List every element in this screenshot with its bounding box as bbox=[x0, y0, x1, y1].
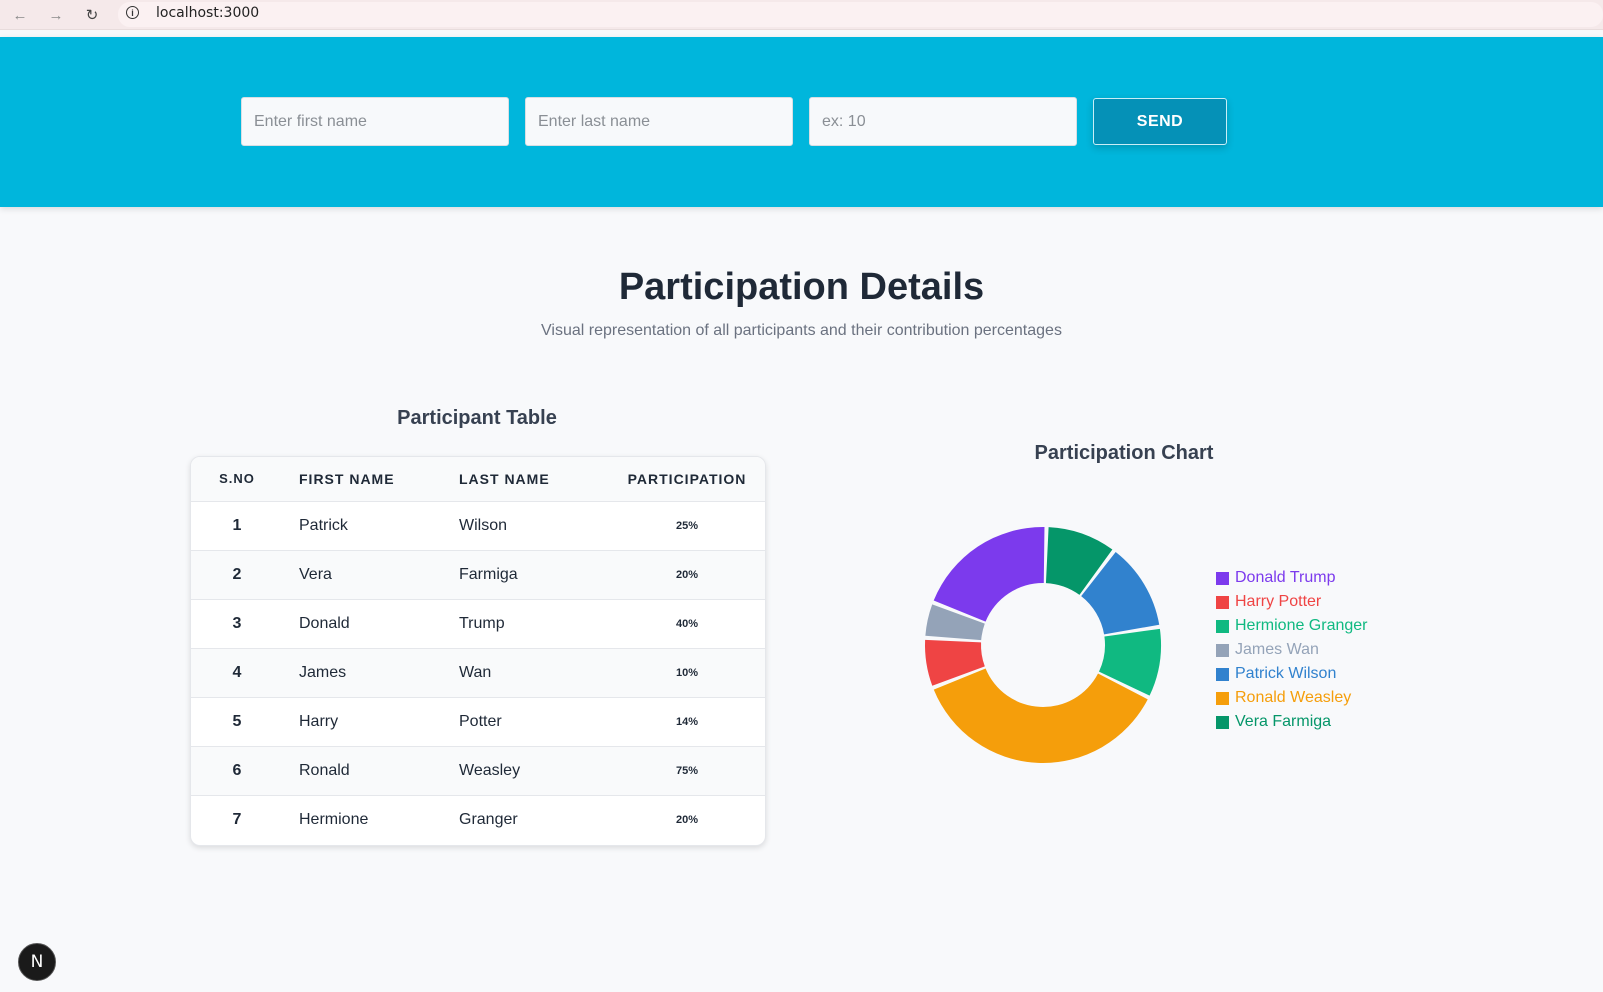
cell-last-name: Weasley bbox=[459, 761, 521, 779]
table-row: 2 Vera Farmiga 20% bbox=[191, 550, 765, 599]
legend-swatch bbox=[1216, 595, 1229, 609]
legend-label: Vera Farmiga bbox=[1235, 713, 1332, 730]
cell-sno: 5 bbox=[232, 712, 242, 730]
legend-item[interactable]: Harry Potter bbox=[1216, 590, 1368, 614]
site-info-icon[interactable]: i bbox=[126, 6, 139, 19]
page-title: Participation Details bbox=[618, 266, 985, 308]
table-header-row: S.NO FIRST NAME LAST NAME PARTICIPATION bbox=[191, 457, 765, 501]
reload-icon[interactable]: ↻ bbox=[81, 4, 103, 26]
cell-sno: 1 bbox=[232, 516, 242, 534]
legend-swatch bbox=[1216, 715, 1229, 729]
legend-label: Hermione Granger bbox=[1235, 617, 1368, 634]
cell-participation: 20% bbox=[675, 813, 699, 826]
cell-last-name: Granger bbox=[459, 810, 518, 828]
cell-participation: 20% bbox=[675, 568, 699, 581]
cell-sno: 2 bbox=[232, 565, 242, 583]
header-participation: PARTICIPATION bbox=[627, 470, 747, 487]
cell-participation: 14% bbox=[675, 715, 699, 728]
participation-donut-chart bbox=[925, 527, 1161, 763]
url-text[interactable]: localhost:3000 bbox=[156, 5, 259, 21]
cell-first-name: Vera bbox=[299, 565, 332, 583]
legend-item[interactable]: Vera Farmiga bbox=[1216, 710, 1368, 734]
cell-last-name: Trump bbox=[459, 614, 505, 632]
slice-donald-trump[interactable] bbox=[933, 527, 1045, 622]
table-row: 6 Ronald Weasley 75% bbox=[191, 746, 765, 795]
first-name-input[interactable] bbox=[241, 97, 509, 146]
cell-participation: 40% bbox=[675, 617, 699, 630]
legend-item[interactable]: Donald Trump bbox=[1216, 566, 1368, 590]
cell-first-name: Ronald bbox=[299, 761, 350, 779]
cell-first-name: Patrick bbox=[299, 516, 348, 534]
table-row: 3 Donald Trump 40% bbox=[191, 599, 765, 648]
legend-label: Donald Trump bbox=[1235, 569, 1336, 586]
cell-first-name: Hermione bbox=[299, 810, 369, 828]
legend-label: Patrick Wilson bbox=[1235, 665, 1337, 682]
cell-last-name: Farmiga bbox=[459, 565, 518, 583]
back-arrow-icon[interactable]: ← bbox=[9, 4, 31, 26]
cell-sno: 3 bbox=[232, 614, 242, 632]
cell-sno: 4 bbox=[232, 663, 242, 681]
chart-title: Participation Chart bbox=[1034, 442, 1214, 464]
cell-first-name: James bbox=[299, 663, 347, 681]
cell-sno: 7 bbox=[232, 810, 242, 828]
legend-label: Harry Potter bbox=[1235, 593, 1322, 610]
address-bar[interactable] bbox=[118, 2, 1603, 27]
legend-swatch bbox=[1216, 571, 1229, 585]
form-header: SEND bbox=[0, 37, 1603, 207]
nextjs-dev-badge[interactable]: N bbox=[18, 943, 56, 981]
send-button[interactable]: SEND bbox=[1093, 98, 1227, 145]
cell-participation: 10% bbox=[675, 666, 699, 679]
cell-first-name: Donald bbox=[299, 614, 350, 632]
table-row: 5 Harry Potter 14% bbox=[191, 697, 765, 746]
table-row: 7 Hermione Granger 20% bbox=[191, 795, 765, 844]
legend-swatch bbox=[1216, 619, 1229, 633]
participation-input[interactable] bbox=[809, 97, 1077, 146]
cell-last-name: Potter bbox=[459, 712, 502, 730]
legend-swatch bbox=[1216, 643, 1229, 657]
cell-first-name: Harry bbox=[299, 712, 339, 730]
cell-participation: 25% bbox=[675, 519, 699, 532]
chart-legend: Donald Trump Harry Potter Hermione Granger… bbox=[1216, 566, 1368, 734]
browser-toolbar: ← → ↻ i localhost:3000 bbox=[0, 0, 1603, 30]
cell-last-name: Wilson bbox=[459, 516, 508, 534]
table-title: Participant Table bbox=[397, 407, 557, 429]
legend-label: Ronald Weasley bbox=[1235, 689, 1352, 706]
legend-swatch bbox=[1216, 691, 1229, 705]
cell-participation: 75% bbox=[675, 764, 699, 777]
legend-item[interactable]: Ronald Weasley bbox=[1216, 686, 1368, 710]
legend-item[interactable]: Patrick Wilson bbox=[1216, 662, 1368, 686]
legend-item[interactable]: Hermione Granger bbox=[1216, 614, 1368, 638]
participant-table: S.NO FIRST NAME LAST NAME PARTICIPATION … bbox=[190, 456, 766, 846]
header-first-name: FIRST NAME bbox=[299, 470, 395, 487]
cell-last-name: Wan bbox=[459, 663, 492, 681]
table-row: 4 James Wan 10% bbox=[191, 648, 765, 697]
forward-arrow-icon[interactable]: → bbox=[45, 4, 67, 26]
page-subtitle: Visual representation of all participant… bbox=[541, 322, 1062, 339]
legend-swatch bbox=[1216, 667, 1229, 681]
table-row: 1 Patrick Wilson 25% bbox=[191, 501, 765, 550]
legend-label: James Wan bbox=[1235, 641, 1319, 658]
cell-sno: 6 bbox=[232, 761, 242, 779]
header-last-name: LAST NAME bbox=[459, 470, 550, 487]
slice-ronald-weasley[interactable] bbox=[933, 668, 1148, 763]
last-name-input[interactable] bbox=[525, 97, 793, 146]
header-sno: S.NO bbox=[219, 471, 255, 487]
legend-item[interactable]: James Wan bbox=[1216, 638, 1368, 662]
